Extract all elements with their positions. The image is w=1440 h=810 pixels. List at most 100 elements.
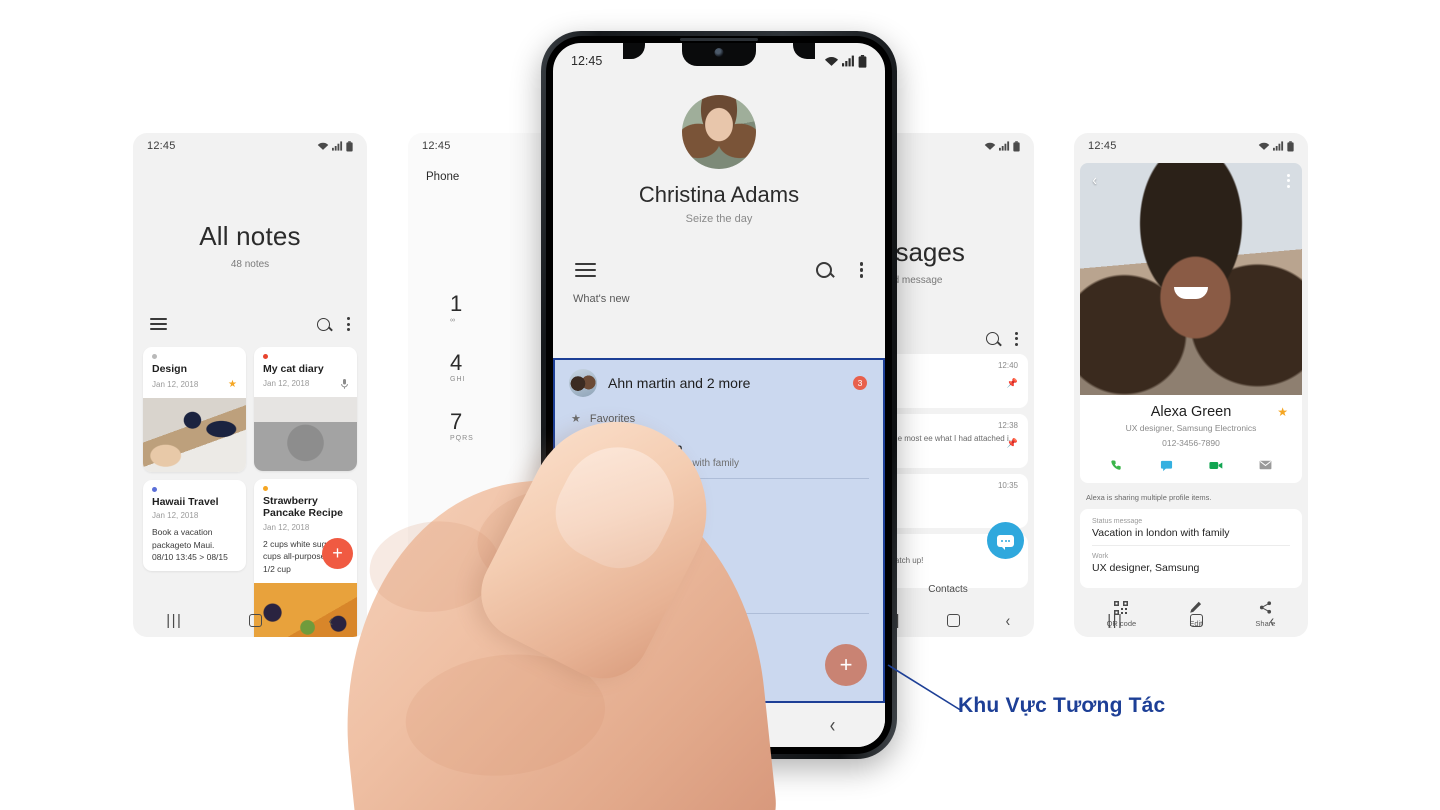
sharing-note: Alexa is sharing multiple profile items. [1086,493,1212,502]
field-value: UX designer, Samsung [1092,562,1200,574]
callout-leader-line [887,664,963,712]
home-icon[interactable] [715,717,732,733]
toolbar-right [815,260,863,281]
page-title: All notes [199,221,301,251]
note-card[interactable]: Design Jan 12, 2018 ★ [143,347,246,472]
group-avatar [569,369,597,397]
note-thumbnail [143,397,246,472]
contact-avatar [569,562,597,590]
profile-status: Seize the day [685,213,753,225]
add-contact-fab[interactable]: + [825,644,867,686]
interaction-highlight-area[interactable]: Ahn martin and 2 more 3 ★ Favorites Alex… [553,358,885,703]
back-icon[interactable]: ‹ [329,612,334,629]
thread-time: 12:40 [997,360,1018,370]
more-options-icon[interactable] [1015,330,1018,348]
note-star-icon[interactable]: ★ [228,379,237,390]
field-label: Status message [1092,518,1143,525]
note-title: Strawberry Pancake Recipe [263,494,343,520]
signal-icon [842,55,854,67]
fab-label: + [839,652,853,677]
battery-icon [858,54,867,68]
add-note-fab[interactable]: + [322,538,353,569]
contact-actions [1092,457,1290,473]
video-camera-icon[interactable] [1206,457,1226,473]
more-options-icon[interactable] [1287,172,1290,190]
status-time: 12:45 [1088,140,1117,152]
back-icon[interactable]: ‹ [1270,612,1275,629]
message-icon[interactable] [1156,457,1176,473]
home-icon[interactable] [946,613,960,627]
back-icon[interactable]: ‹ [1006,612,1011,629]
note-date: Jan 12, 2018 [152,379,199,389]
profile-name: Christina Adams [638,182,800,207]
status-bar: 12:45 [133,133,367,159]
search-icon[interactable] [815,261,832,278]
contact-name: Alexa green [608,440,683,456]
note-title: Hawaii Travel [152,495,219,508]
battery-icon [346,140,353,151]
phone-icon[interactable] [1107,457,1127,473]
contact-text-block: Alexa green Vacation in london with fami… [608,440,739,469]
wifi-icon [1258,142,1270,150]
contact-phone-number: 012-3456-7890 [1162,438,1220,448]
partial-contact-text: on now. [607,661,645,673]
favorites-label: Favorites [589,412,636,425]
photo-toolbar: ‹ [1080,163,1302,199]
note-card[interactable]: My cat diary Jan 12, 2018 [254,347,357,471]
back-arrow-icon[interactable]: ‹ [1093,172,1097,189]
field-value: Vacation in london with family [1092,527,1230,539]
wifi-icon [824,57,839,66]
note-title: Design [152,363,188,376]
status-icons [1258,140,1294,152]
alexa-avatar [569,440,597,469]
recents-icon[interactable]: ||| [166,612,182,629]
camera-notch [682,43,756,66]
field-label: Work [1092,553,1109,560]
hamburger-icon[interactable] [150,315,167,333]
contact-list-item[interactable]: Lindsey Smith [555,479,883,525]
contact-list-item[interactable]: Alexa green Vacation in london with fami… [555,431,883,478]
notes-toolbar [133,315,367,333]
home-icon[interactable] [1189,613,1203,627]
note-color-dot [152,486,157,492]
new-message-fab[interactable] [987,522,1024,559]
notes-column-right: My cat diary Jan 12, 2018 Strawberry Pan… [254,347,357,637]
whats-new-item[interactable]: Ahn martin and 2 more 3 [555,360,883,406]
microphone-icon[interactable] [341,378,348,389]
hamburger-icon[interactable] [575,259,596,281]
hero-phone-device: 12:45 Christina Adams Seize the day What… [541,31,897,759]
battery-icon [1013,140,1020,151]
home-icon[interactable] [248,613,262,627]
callout-label: Khu Vực Tương Tác [958,694,1166,717]
favorite-star-icon[interactable]: ★ [1277,405,1288,419]
note-date: Jan 12, 2018 [263,379,310,389]
contact-list-item[interactable] [555,553,883,599]
phone-screen: 12:45 Christina Adams Seize the day What… [553,43,885,747]
contact-field[interactable]: Status message Vacation in london with f… [1092,511,1290,546]
note-color-dot [263,354,268,360]
fab-label: + [332,543,343,563]
note-date: Jan 12, 2018 [152,511,199,521]
wifi-icon [984,142,996,150]
recents-icon[interactable]: ||| [1107,612,1123,629]
search-icon[interactable] [986,332,999,346]
back-icon[interactable]: ‹ [830,715,836,736]
new-message-icon [997,534,1014,550]
contact-field[interactable]: Work UX designer, Samsung [1092,546,1290,580]
note-card[interactable]: Hawaii Travel Jan 12, 2018 Book a vacati… [143,479,246,572]
contact-name: Lindsey Smith [608,494,696,510]
search-icon[interactable] [317,317,330,331]
more-options-icon[interactable] [859,260,863,281]
navigation-bar: ||| ‹ [1074,603,1308,637]
note-color-dot [152,354,157,360]
profile-avatar[interactable] [682,95,756,169]
lindsey-avatar [569,488,597,516]
note-title: My cat diary [263,363,324,376]
more-options-icon[interactable] [347,315,350,333]
section-header-a: A [555,525,883,553]
wifi-icon [317,142,329,150]
notes-column-left: Design Jan 12, 2018 ★ Hawaii Travel Jan … [143,347,246,637]
contacts-toolbar [553,259,885,281]
envelope-icon[interactable] [1255,457,1275,473]
status-icons [824,54,867,68]
